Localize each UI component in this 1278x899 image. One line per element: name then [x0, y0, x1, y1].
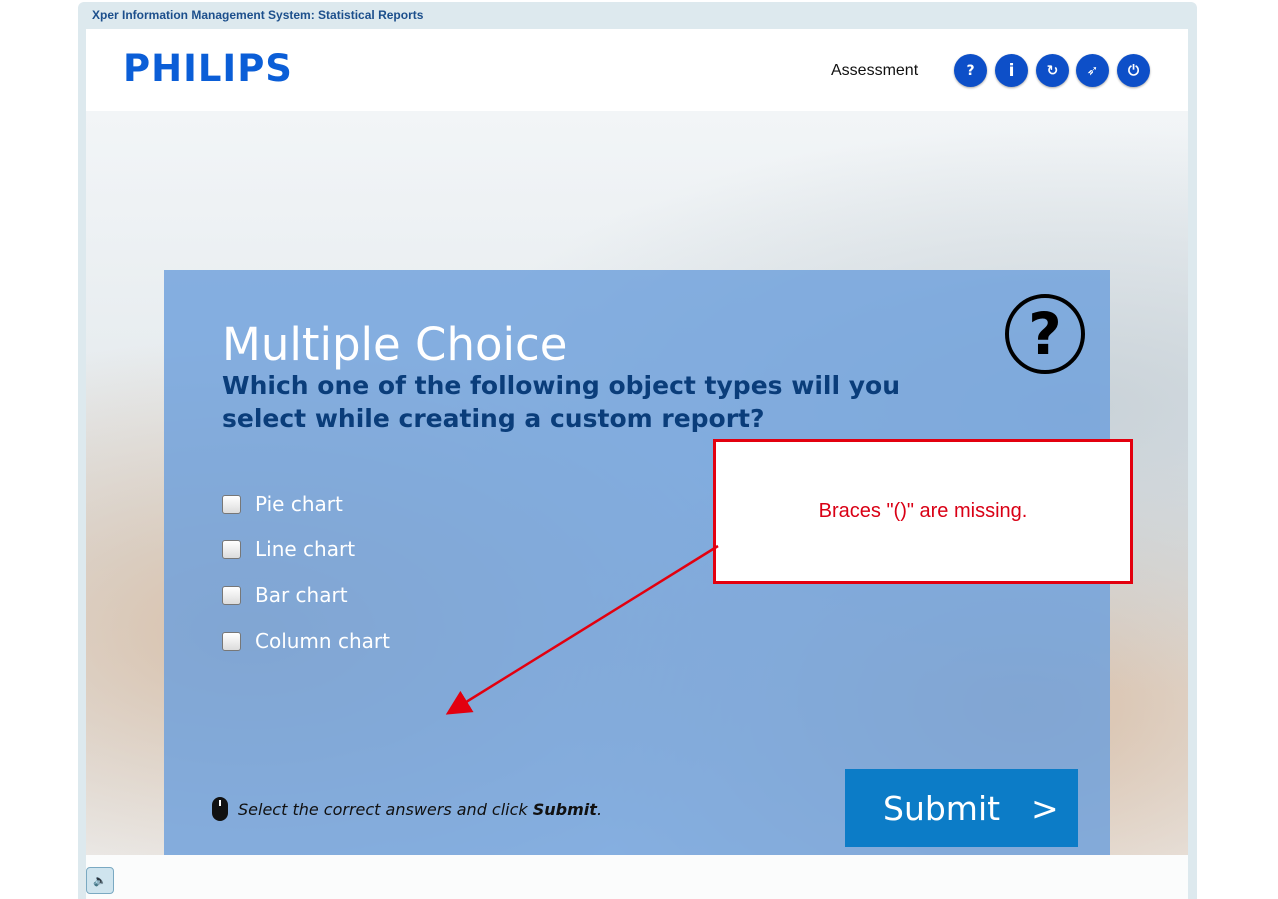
mode-label: Assessment — [831, 62, 919, 79]
question-type-title: Multiple Choice — [222, 318, 568, 371]
option-bar-chart[interactable]: Bar chart — [222, 583, 348, 607]
compass-icon: ➶ — [1086, 62, 1099, 79]
checkbox[interactable] — [222, 631, 241, 651]
course-header: PHILIPS Assessment ? i ↻ ➶ ⏻ — [86, 29, 1188, 111]
option-pie-chart[interactable]: Pie chart — [222, 492, 343, 516]
help-icon: ? — [966, 62, 975, 79]
audio-button[interactable]: 🔈 — [86, 867, 114, 894]
instruction-prefix: Select the correct answers and click — [238, 799, 533, 819]
option-label: Line chart — [255, 537, 356, 561]
option-label: Bar chart — [255, 583, 348, 607]
submit-label: Submit — [883, 788, 1001, 828]
chevron-right-icon: > — [1031, 788, 1059, 828]
question-mark-icon: ? — [1005, 294, 1085, 374]
checkbox[interactable] — [222, 585, 241, 605]
replay-icon: ↻ — [1046, 62, 1059, 79]
mouse-icon — [212, 797, 228, 821]
option-column-chart[interactable]: Column chart — [222, 629, 390, 653]
help-button[interactable]: ? — [954, 54, 987, 87]
option-label: Column chart — [255, 629, 390, 653]
instruction-bold: Submit — [532, 799, 597, 819]
info-icon: i — [1008, 60, 1015, 81]
question-text: Which one of the following object types … — [222, 371, 901, 433]
power-icon: ⏻ — [1127, 62, 1140, 79]
info-button[interactable]: i — [995, 54, 1028, 87]
exit-button[interactable]: ⏻ — [1117, 54, 1150, 87]
option-label: Pie chart — [255, 492, 343, 516]
checkbox[interactable] — [222, 494, 241, 514]
instruction-text: Select the correct answers and click Sub… — [238, 800, 602, 819]
option-line-chart[interactable]: Line chart — [222, 537, 355, 561]
speaker-icon: 🔈 — [93, 875, 107, 887]
instruction: Select the correct answers and click Sub… — [212, 797, 602, 821]
window-title: Xper Information Management System: Stat… — [92, 8, 424, 22]
footer-bar — [86, 855, 1188, 899]
annotation-text: Braces "()" are missing. — [818, 500, 1028, 522]
instruction-suffix: . — [596, 799, 603, 819]
replay-button[interactable]: ↻ — [1036, 54, 1069, 87]
navigation-button[interactable]: ➶ — [1076, 54, 1109, 87]
question-mark-glyph: ? — [1028, 300, 1062, 368]
annotation-callout: Braces "()" are missing. — [713, 439, 1133, 584]
philips-logo: PHILIPS — [123, 47, 293, 90]
checkbox[interactable] — [222, 539, 241, 559]
submit-button[interactable]: Submit > — [845, 769, 1078, 847]
